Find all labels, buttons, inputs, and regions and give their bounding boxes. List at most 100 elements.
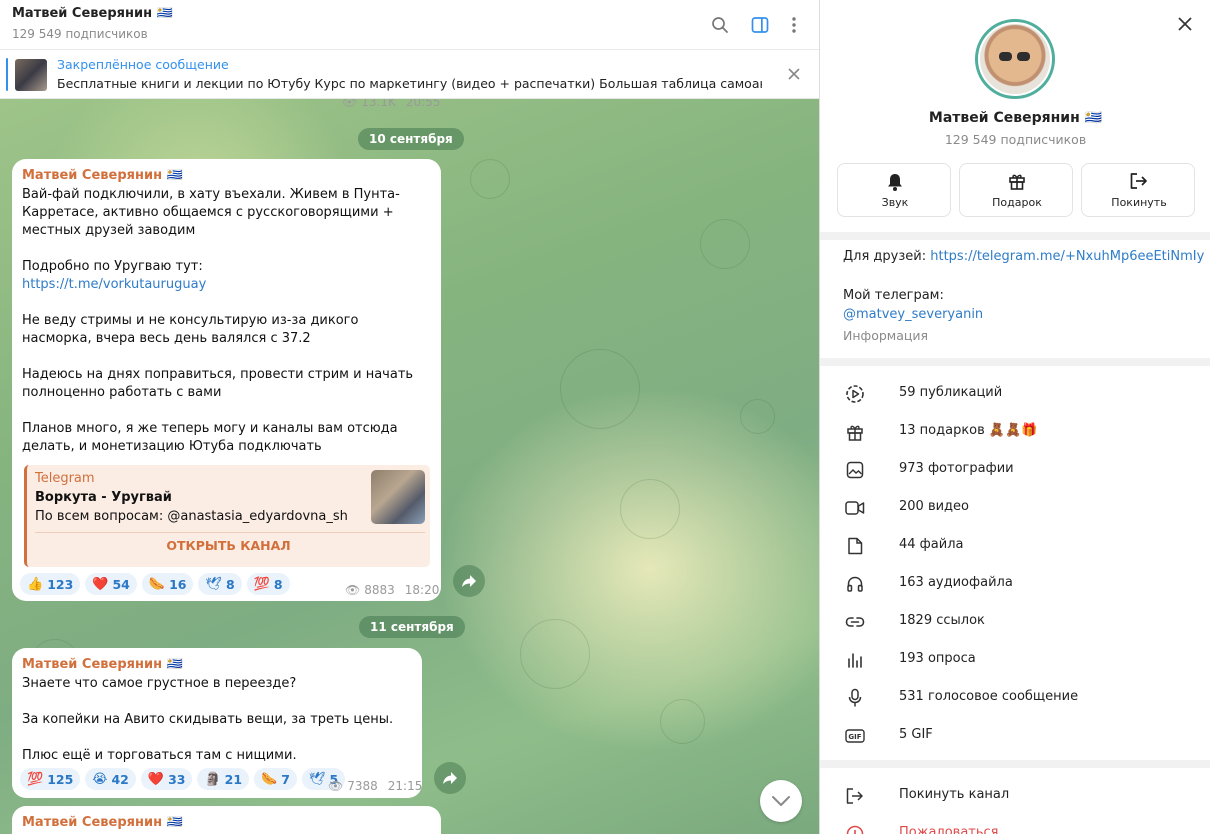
reaction-chip[interactable]: 😭 42 bbox=[85, 768, 136, 790]
profile-name: Матвей Северянин 🇺🇾 bbox=[928, 110, 1103, 126]
view-count: 7388 bbox=[347, 779, 378, 793]
profile-subscribers: 129 549 подписчиков bbox=[944, 132, 1087, 147]
reactions: 💯 125 😭 42 ❤️ 33 🗿 21 🌭 7 🕊 5 bbox=[20, 768, 346, 790]
message-bubble[interactable]: Матвей Северянин 🇺🇾 Знаете что самое гру… bbox=[12, 648, 422, 798]
bell-icon bbox=[838, 172, 952, 192]
pinned-label: Закреплённое сообщение bbox=[57, 57, 229, 72]
date-separator: 10 сентября bbox=[358, 128, 464, 150]
svg-text:GIF: GIF bbox=[848, 733, 861, 741]
profile-actions: Покинуть канал Пожаловаться bbox=[820, 768, 1210, 834]
leave-button[interactable]: Покинуть bbox=[1081, 163, 1195, 217]
message-text: Не веду стримы и не консультирую из-за д… bbox=[22, 313, 414, 454]
pinned-text: Бесплатные книги и лекции по Ютубу Курс … bbox=[57, 76, 762, 91]
stat-publications[interactable]: 59 публикаций bbox=[820, 374, 1210, 412]
search-icon[interactable] bbox=[708, 13, 732, 37]
info-caption: Информация bbox=[843, 328, 929, 343]
more-options-icon[interactable] bbox=[782, 13, 806, 37]
message-link[interactable]: https://t.me/vorkutauruguay bbox=[22, 276, 431, 294]
info-text: Мой телеграм: bbox=[843, 288, 944, 303]
reaction-chip[interactable]: 🗿 21 bbox=[197, 768, 250, 790]
gift-button[interactable]: Подарок bbox=[959, 163, 1073, 217]
message-time: 21:15 bbox=[387, 779, 423, 793]
open-channel-button[interactable]: ОТКРЫТЬ КАНАЛ bbox=[27, 538, 430, 553]
stat-polls[interactable]: 193 опроса bbox=[820, 640, 1210, 678]
close-icon[interactable] bbox=[1173, 12, 1197, 36]
reactions: 👍 123 ❤️ 54 🌭 16 🕊 8 💯 8 bbox=[20, 573, 290, 595]
file-icon bbox=[844, 535, 866, 557]
stories-icon bbox=[844, 383, 866, 405]
message-text: Вай-фай подключили, в хату въехали. Живе… bbox=[22, 187, 400, 274]
reaction-chip[interactable]: 🕊 8 bbox=[198, 573, 242, 595]
gift-icon bbox=[844, 421, 866, 443]
stat-audio[interactable]: 163 аудиофайла bbox=[820, 564, 1210, 602]
video-icon bbox=[844, 497, 866, 519]
forward-icon[interactable] bbox=[434, 762, 466, 794]
stat-photos[interactable]: 973 фотографии bbox=[820, 450, 1210, 488]
message-time: 18:20 bbox=[404, 583, 440, 597]
message-author[interactable]: Матвей Северянин 🇺🇾 bbox=[22, 815, 431, 830]
profile-header: Матвей Северянин 🇺🇾 129 549 подписчиков … bbox=[820, 0, 1210, 232]
preview-title: Воркута - Уругвай bbox=[35, 490, 172, 505]
stat-videos[interactable]: 200 видео bbox=[820, 488, 1210, 526]
message-author[interactable]: Матвей Северянин 🇺🇾 bbox=[22, 168, 431, 183]
leave-icon bbox=[1082, 172, 1196, 192]
chat-panel: Матвей Северянин 🇺🇾 129 549 подписчиков … bbox=[0, 0, 819, 834]
link-preview[interactable]: Telegram Воркута - Уругвай По всем вопро… bbox=[24, 465, 430, 567]
reaction-chip[interactable]: 💯 125 bbox=[20, 768, 81, 790]
report-icon bbox=[844, 823, 866, 834]
date-separator: 11 сентября bbox=[359, 616, 465, 638]
mic-icon bbox=[844, 687, 866, 709]
pinned-indicator bbox=[6, 58, 8, 91]
view-count: 8883 bbox=[364, 583, 395, 597]
message-meta: 👁 8883 18:20 bbox=[345, 583, 439, 597]
channel-title[interactable]: Матвей Северянин 🇺🇾 bbox=[12, 6, 173, 21]
poll-icon bbox=[844, 649, 866, 671]
avatar[interactable] bbox=[975, 19, 1055, 99]
friends-link-row: Для друзей: https://telegram.me/+NxuhMp6… bbox=[843, 249, 1205, 264]
pinned-message-bar[interactable]: Закреплённое сообщение Бесплатные книги … bbox=[0, 50, 819, 99]
profile-panel: Матвей Северянин 🇺🇾 129 549 подписчиков … bbox=[819, 0, 1210, 834]
forward-icon[interactable] bbox=[453, 565, 485, 597]
reaction-chip[interactable]: ❤️ 33 bbox=[140, 768, 193, 790]
preview-description: По всем вопросам: @anastasia_edyardovna_… bbox=[35, 509, 348, 524]
photo-icon bbox=[844, 459, 866, 481]
message-meta: 👁 7388 21:15 bbox=[328, 779, 422, 793]
reaction-chip[interactable]: 🌭 16 bbox=[141, 573, 194, 595]
message-bubble[interactable]: Матвей Северянин 🇺🇾 bbox=[12, 806, 441, 834]
scroll-down-button[interactable] bbox=[760, 780, 802, 822]
leave-icon bbox=[844, 785, 866, 807]
stat-gifs[interactable]: GIF 5 GIF bbox=[820, 716, 1210, 754]
preview-site: Telegram bbox=[35, 471, 95, 486]
message-bubble[interactable]: Матвей Северянин 🇺🇾 Вай-фай подключили, … bbox=[12, 159, 441, 601]
invite-link[interactable]: https://telegram.me/+NxuhMp6eeEtiNmIy bbox=[930, 249, 1204, 264]
stat-voice[interactable]: 531 голосовое сообщение bbox=[820, 678, 1210, 716]
stat-gifts[interactable]: 13 подарков 🧸🧸🎁 bbox=[820, 412, 1210, 450]
reaction-chip[interactable]: 👍 123 bbox=[20, 573, 81, 595]
side-panel-icon[interactable] bbox=[748, 13, 772, 37]
close-icon[interactable] bbox=[784, 64, 804, 84]
stat-files[interactable]: 44 файла bbox=[820, 526, 1210, 564]
subscriber-count: 129 549 подписчиков bbox=[12, 27, 148, 41]
report-button[interactable]: Пожаловаться bbox=[820, 814, 1210, 834]
profile-info: Для друзей: https://telegram.me/+NxuhMp6… bbox=[820, 240, 1210, 358]
eye-icon: 👁 bbox=[345, 583, 361, 597]
leave-channel-button[interactable]: Покинуть канал bbox=[820, 776, 1210, 814]
preview-image bbox=[371, 470, 425, 524]
reaction-chip[interactable]: ❤️ 54 bbox=[85, 573, 137, 595]
mute-button[interactable]: Звук bbox=[837, 163, 951, 217]
avatar-image bbox=[980, 24, 1050, 94]
link-icon bbox=[844, 611, 866, 633]
media-stats: 59 публикаций 13 подарков 🧸🧸🎁 973 фотогр… bbox=[820, 366, 1210, 760]
message-author[interactable]: Матвей Северянин 🇺🇾 bbox=[22, 657, 412, 672]
pinned-thumbnail bbox=[15, 59, 47, 91]
username-link[interactable]: @matvey_severyanin bbox=[843, 307, 983, 322]
message-text: Знаете что самое грустное в переезде? За… bbox=[22, 676, 394, 763]
gif-icon: GIF bbox=[844, 725, 866, 747]
eye-icon: 👁 bbox=[328, 779, 344, 793]
chat-header: Матвей Северянин 🇺🇾 129 549 подписчиков bbox=[0, 0, 819, 50]
gift-icon bbox=[960, 172, 1074, 192]
preview-divider bbox=[35, 532, 425, 533]
reaction-chip[interactable]: 🌭 7 bbox=[254, 768, 297, 790]
stat-links[interactable]: 1829 ссылок bbox=[820, 602, 1210, 640]
reaction-chip[interactable]: 💯 8 bbox=[246, 573, 290, 595]
